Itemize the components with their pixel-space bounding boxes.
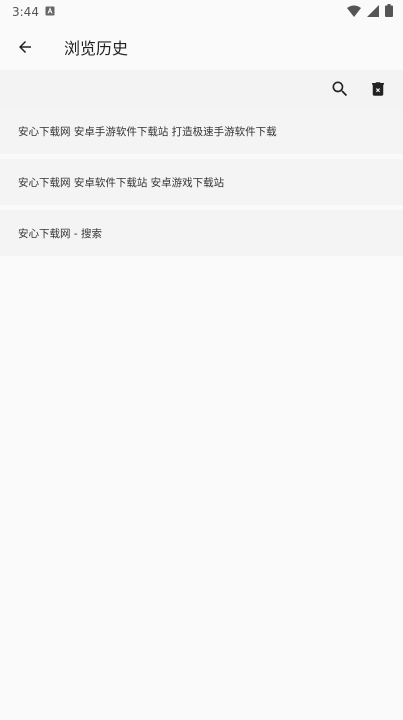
search-button[interactable] — [327, 76, 353, 102]
history-item[interactable]: 安心下载网 - 搜索 — [0, 210, 403, 256]
page-title: 浏览历史 — [64, 39, 129, 58]
history-item-title: 安心下载网 安卓手游软件下载站 打造极速手游软件下载 — [18, 125, 277, 138]
app-bar: 浏览历史 — [0, 24, 403, 70]
search-icon — [332, 81, 348, 97]
status-bar: 3:44 — [0, 0, 403, 24]
arrow-back-icon — [19, 41, 31, 53]
signal-icon — [367, 4, 379, 20]
notification-icon — [45, 5, 55, 19]
status-time: 3:44 — [12, 5, 39, 19]
history-item[interactable]: 安心下载网 安卓手游软件下载站 打造极速手游软件下载 — [0, 108, 403, 154]
clear-history-button[interactable] — [365, 76, 391, 102]
delete-icon — [372, 82, 384, 96]
wifi-icon — [347, 5, 361, 20]
history-toolbar — [0, 70, 403, 108]
history-item[interactable]: 安心下载网 安卓软件下载站 安卓游戏下载站 — [0, 159, 403, 205]
history-item-title: 安心下载网 安卓软件下载站 安卓游戏下载站 — [18, 176, 225, 189]
back-button[interactable] — [0, 24, 50, 70]
history-item-title: 安心下载网 - 搜索 — [18, 227, 102, 240]
history-list: 安心下载网 安卓手游软件下载站 打造极速手游软件下载 安心下载网 安卓软件下载站… — [0, 108, 403, 261]
battery-icon — [385, 4, 393, 20]
